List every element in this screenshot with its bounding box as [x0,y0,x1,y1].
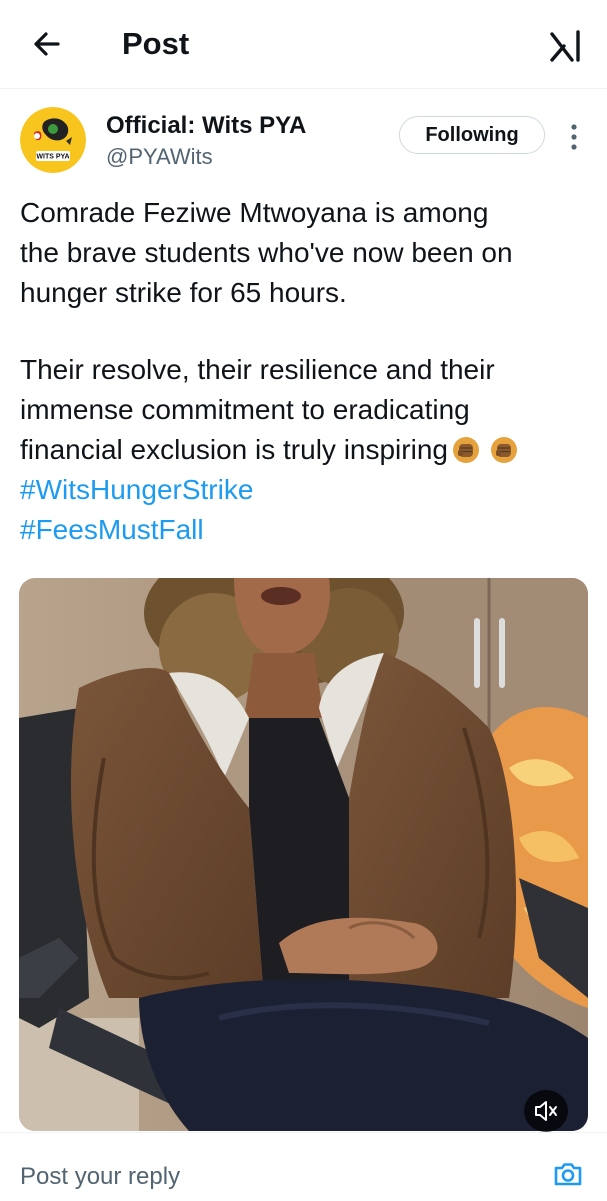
raised-fist-icon [490,437,517,463]
following-button[interactable]: Following [399,116,545,154]
video-frame [19,578,588,1131]
mute-button[interactable] [524,1090,568,1132]
raised-fist-icon [452,437,479,463]
camera-icon[interactable] [552,1158,584,1190]
avatar-text: WITS PYA [36,154,69,161]
hashtag-link[interactable]: #FeesMustFall [20,510,204,550]
post-text-line: immense commitment to eradicating [20,394,470,425]
author-handle[interactable]: @PYAWits [106,142,213,172]
hashtag-link[interactable]: #WitsHungerStrike [20,470,253,510]
post-text-line: financial exclusion is truly inspiring [20,434,448,465]
author-display-name[interactable]: Official: Wits PYA [106,110,306,142]
post-text-line: the brave students who've now been on [20,237,513,268]
page-title: Post [122,26,190,61]
video-player[interactable] [19,578,588,1131]
avatar[interactable]: WITS PYA [20,107,86,173]
more-vertical-icon[interactable] [564,120,584,154]
post-text-line: Comrade Feziwe Mtwoyana is among [20,197,489,228]
reply-input[interactable] [20,1160,420,1194]
post-text-line-with-emoji: financial exclusion is truly inspiring [20,430,518,470]
arrow-left-icon[interactable] [28,24,68,64]
volume-muted-icon [535,1101,557,1121]
post-text-line: hunger strike for 65 hours. [20,277,347,308]
post-text-line: Their resolve, their resilience and thei… [20,354,495,385]
grok-icon[interactable] [546,26,586,66]
top-bar: Post [0,0,607,89]
